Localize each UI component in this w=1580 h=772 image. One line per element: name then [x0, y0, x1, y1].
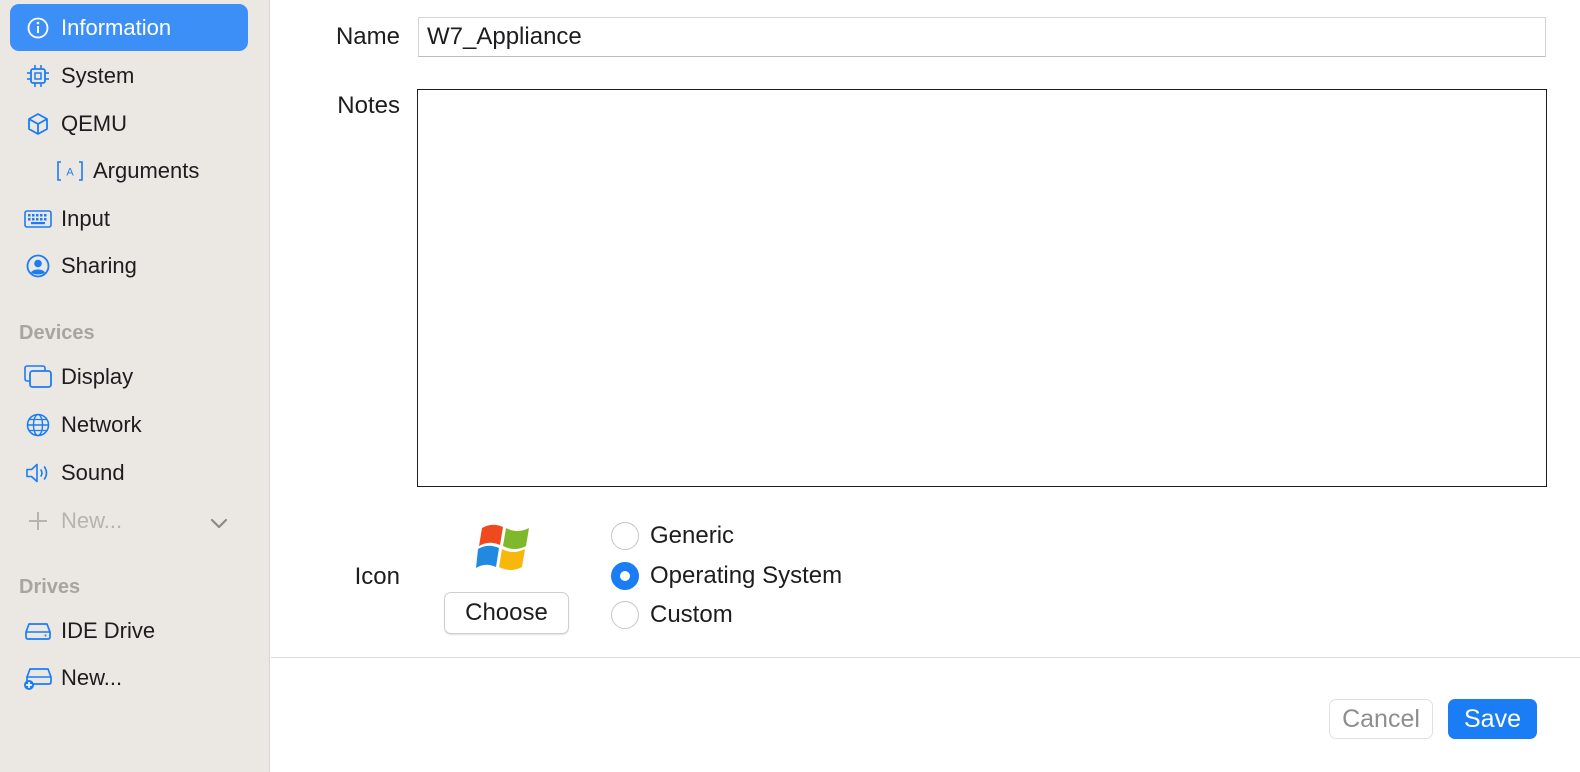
sidebar-item-label: Information: [61, 14, 172, 40]
icon-label: Icon: [354, 563, 400, 590]
drive-icon: [22, 615, 54, 647]
radio-custom[interactable]: Custom: [611, 601, 733, 629]
sidebar: Information System QEMU A Arguments Inpu…: [0, 0, 270, 772]
drives-section-label: Drives: [19, 576, 81, 598]
sidebar-item-label: System: [61, 62, 135, 88]
sidebar-item-sound[interactable]: Sound: [10, 449, 248, 496]
sidebar-item-label: Input: [61, 205, 110, 231]
text-field-icon: A: [54, 155, 86, 187]
info-icon: [22, 12, 54, 44]
windows-logo-icon: [476, 519, 536, 575]
notes-field[interactable]: [417, 89, 1547, 487]
save-button[interactable]: Save: [1448, 699, 1537, 739]
devices-section-label: Devices: [19, 322, 95, 344]
drive-add-icon: [22, 662, 54, 694]
sidebar-item-label: QEMU: [61, 110, 127, 136]
display-icon: [22, 361, 54, 393]
cancel-button[interactable]: Cancel: [1329, 699, 1433, 739]
radio-operating-system[interactable]: Operating System: [611, 562, 842, 590]
notes-label: Notes: [337, 92, 400, 119]
sidebar-item-ide-drive[interactable]: IDE Drive: [10, 607, 248, 654]
sidebar-item-input[interactable]: Input: [10, 195, 248, 242]
sidebar-item-arguments[interactable]: A Arguments: [10, 147, 248, 194]
main-panel: Name Notes Icon Choose Generic Operating…: [271, 0, 1580, 772]
radio-label: Generic: [650, 522, 735, 549]
globe-icon: [22, 409, 54, 441]
sidebar-item-label: Sound: [61, 459, 125, 485]
sidebar-item-network[interactable]: Network: [10, 401, 248, 448]
sidebar-item-label: Display: [61, 363, 134, 389]
radio-button[interactable]: [611, 601, 639, 629]
sidebar-item-label: New...: [61, 507, 123, 533]
sidebar-item-display[interactable]: Display: [10, 353, 248, 400]
name-label: Name: [335, 23, 400, 50]
radio-button-selected[interactable]: [611, 562, 639, 590]
sidebar-item-sharing[interactable]: Sharing: [10, 242, 248, 289]
speaker-icon: [22, 457, 54, 489]
svg-text:A: A: [66, 166, 74, 178]
chevron-down-icon[interactable]: [210, 510, 228, 536]
radio-label: Operating System: [650, 562, 843, 589]
plus-icon: [22, 505, 54, 537]
cpu-icon: [22, 60, 54, 92]
footer-divider: [271, 657, 1580, 658]
radio-generic[interactable]: Generic: [611, 522, 734, 550]
sidebar-new-drive[interactable]: New...: [10, 654, 248, 701]
choose-icon-button[interactable]: Choose: [444, 592, 569, 634]
radio-button[interactable]: [611, 522, 639, 550]
sidebar-item-label: Network: [61, 411, 142, 437]
sidebar-item-label: New...: [61, 664, 123, 690]
sidebar-new-device[interactable]: New...: [10, 497, 248, 544]
sidebar-item-label: Arguments: [93, 157, 200, 183]
sidebar-item-qemu[interactable]: QEMU: [10, 100, 248, 147]
sidebar-item-label: Sharing: [61, 252, 137, 278]
name-field[interactable]: [418, 17, 1546, 57]
cube-icon: [22, 108, 54, 140]
keyboard-icon: [22, 203, 54, 235]
sidebar-item-label: IDE Drive: [61, 617, 156, 643]
sidebar-item-information[interactable]: Information: [10, 4, 248, 51]
radio-label: Custom: [650, 601, 733, 628]
person-circle-icon: [22, 250, 54, 282]
sidebar-item-system[interactable]: System: [10, 52, 248, 99]
